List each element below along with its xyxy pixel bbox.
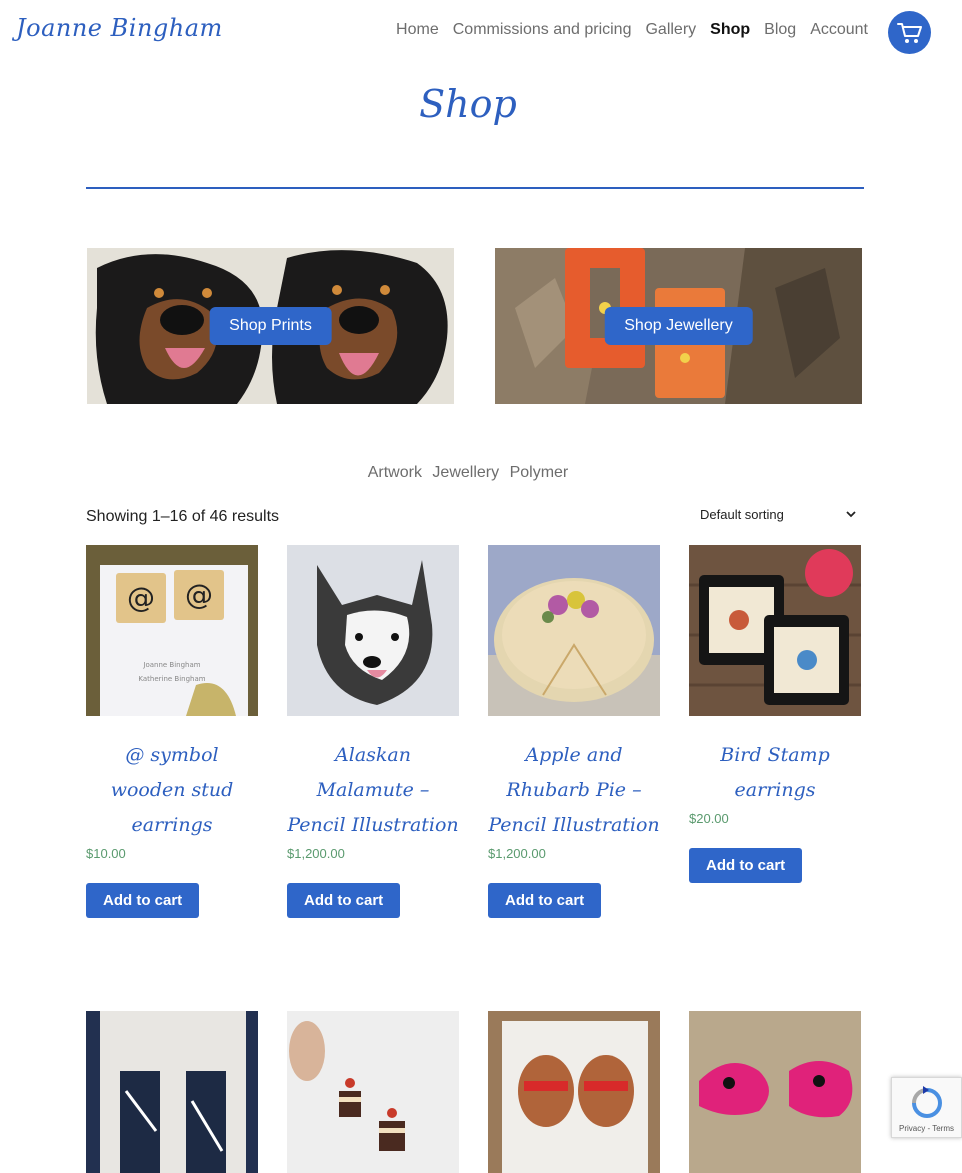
main-nav: Home Commissions and pricing Gallery Sho… bbox=[396, 21, 868, 39]
sorting-value: Default sorting bbox=[700, 506, 784, 522]
site-header: Joanne Bingham Home Commissions and pric… bbox=[0, 0, 962, 64]
svg-text:@: @ bbox=[185, 578, 213, 611]
product-price: $20.00 bbox=[689, 811, 729, 826]
add-to-cart-button[interactable]: Add to cart bbox=[287, 883, 401, 918]
nav-account[interactable]: Account bbox=[810, 21, 868, 39]
title-divider bbox=[86, 187, 864, 189]
result-count: Showing 1–16 of 46 results bbox=[86, 508, 280, 525]
add-to-cart-button[interactable]: Add to cart bbox=[86, 883, 200, 918]
site-logo[interactable]: Joanne Bingham bbox=[16, 14, 223, 42]
product-price: $10.00 bbox=[86, 846, 126, 861]
shop-prints-button[interactable]: Shop Prints bbox=[209, 307, 332, 345]
category-artwork[interactable]: Artwork bbox=[368, 464, 422, 481]
add-to-cart-button[interactable]: Add to cart bbox=[689, 848, 803, 883]
svg-text:Joanne Bingham: Joanne Bingham bbox=[142, 661, 200, 669]
category-jewellery[interactable]: Jewellery bbox=[432, 464, 499, 481]
product-price: $1,200.00 bbox=[488, 846, 546, 861]
product-image[interactable] bbox=[689, 545, 861, 716]
nav-commissions[interactable]: Commissions and pricing bbox=[453, 21, 632, 39]
product-image[interactable] bbox=[86, 1011, 258, 1173]
chevron-down-icon bbox=[846, 510, 856, 517]
prints-banner[interactable]: Shop Prints bbox=[87, 248, 454, 404]
sorting-select[interactable]: Default sorting bbox=[692, 503, 864, 525]
category-polymer[interactable]: Polymer bbox=[510, 464, 569, 481]
product-card: Apple and Rhubarb Pie – Pencil Illustrat… bbox=[488, 545, 660, 918]
svg-text:Katherine Bingham: Katherine Bingham bbox=[138, 675, 205, 683]
nav-shop[interactable]: Shop bbox=[710, 21, 750, 39]
product-card: Alaskan Malamute – Pencil Illustration $… bbox=[287, 545, 459, 918]
product-card: @ @ Joanne Bingham Katherine Bingham @ s… bbox=[86, 545, 258, 918]
cart-button[interactable] bbox=[888, 11, 931, 54]
svg-text:@: @ bbox=[127, 581, 155, 614]
product-image[interactable] bbox=[689, 1011, 861, 1173]
product-price: $1,200.00 bbox=[287, 846, 345, 861]
recaptcha-links[interactable]: Privacy - Terms bbox=[892, 1124, 961, 1133]
product-card: Bird Stamp earrings $20.00 Add to cart bbox=[689, 545, 861, 883]
product-image[interactable] bbox=[287, 1011, 459, 1173]
recaptcha-badge[interactable]: Privacy - Terms bbox=[891, 1077, 962, 1138]
page-title: Shop bbox=[419, 82, 517, 126]
product-image[interactable] bbox=[488, 545, 660, 716]
category-links: Artwork Jewellery Polymer bbox=[0, 464, 936, 482]
nav-home[interactable]: Home bbox=[396, 21, 439, 39]
product-name[interactable]: Bird Stamp earrings bbox=[689, 738, 861, 808]
jewellery-banner[interactable]: Shop Jewellery bbox=[495, 248, 862, 404]
nav-gallery[interactable]: Gallery bbox=[645, 21, 696, 39]
recaptcha-icon bbox=[912, 1086, 942, 1118]
product-name[interactable]: @ symbol wooden stud earrings bbox=[86, 738, 258, 843]
shopping-cart-icon bbox=[896, 22, 922, 43]
product-name[interactable]: Apple and Rhubarb Pie – Pencil Illustrat… bbox=[488, 738, 660, 843]
product-image[interactable]: @ @ Joanne Bingham Katherine Bingham bbox=[86, 545, 258, 716]
add-to-cart-button[interactable]: Add to cart bbox=[488, 883, 602, 918]
product-image[interactable] bbox=[488, 1011, 660, 1173]
product-image[interactable] bbox=[287, 545, 459, 716]
shop-jewellery-button[interactable]: Shop Jewellery bbox=[604, 307, 753, 345]
product-name[interactable]: Alaskan Malamute – Pencil Illustration bbox=[287, 738, 459, 843]
nav-blog[interactable]: Blog bbox=[764, 21, 796, 39]
